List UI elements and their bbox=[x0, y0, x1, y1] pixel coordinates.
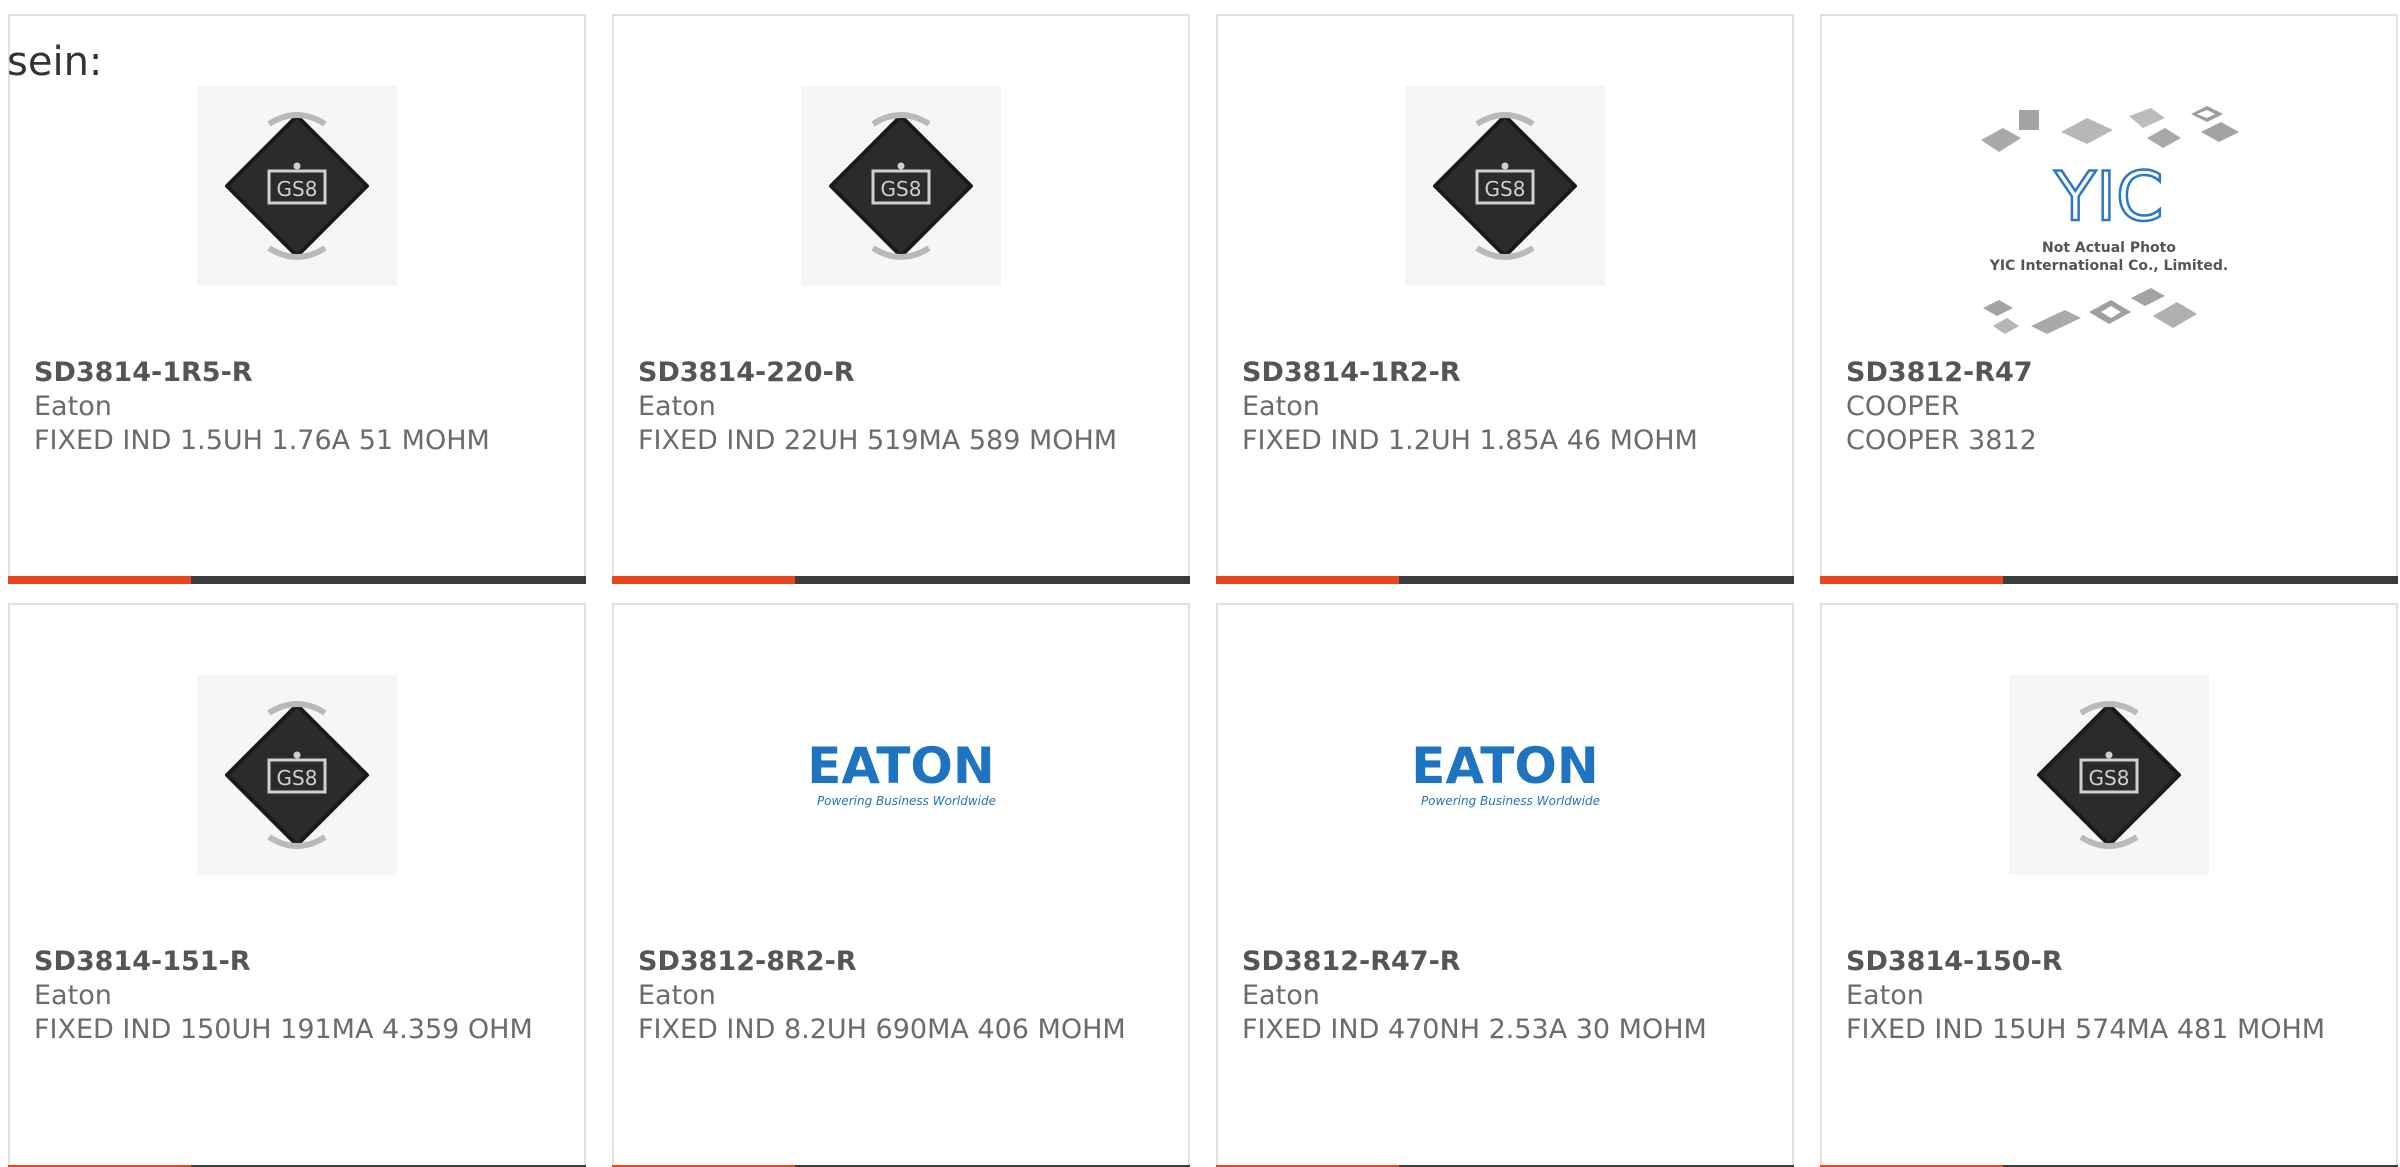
card-bottom-bar bbox=[1820, 576, 2398, 584]
product-listing-page: sein: GS8 SD3814-1R5-R Eaton FIXED IND 1… bbox=[0, 0, 2400, 1167]
part-number[interactable]: SD3812-R47-R bbox=[1242, 945, 1768, 979]
manufacturer: Eaton bbox=[34, 391, 112, 422]
eaton-logo: EATON bbox=[807, 737, 994, 795]
card-bottom-bar bbox=[612, 576, 1190, 584]
part-number[interactable]: SD3814-1R2-R bbox=[1242, 356, 1768, 390]
product-info: SD3814-1R5-R Eaton FIXED IND 1.5UH 1.76A… bbox=[34, 356, 560, 458]
product-card[interactable]: EATON Powering Business Worldwide SD3812… bbox=[1216, 603, 1794, 1167]
inductor-image: GS8 bbox=[2037, 701, 2181, 849]
product-card[interactable]: YIC Not Actual Photo YIC International C… bbox=[1820, 14, 2398, 584]
description: COOPER 3812 bbox=[1846, 425, 2037, 456]
lead-text: sein: bbox=[7, 39, 103, 85]
product-card[interactable]: GS8 SD3814-1R2-R Eaton FIXED IND 1.2UH 1… bbox=[1216, 14, 1794, 584]
product-image[interactable]: EATON Powering Business Worldwide bbox=[1400, 675, 1610, 875]
product-image[interactable]: YIC Not Actual Photo YIC International C… bbox=[1969, 102, 2249, 352]
manufacturer: Eaton bbox=[34, 980, 112, 1011]
inductor-marking: GS8 bbox=[1485, 177, 1526, 201]
description: FIXED IND 1.2UH 1.85A 46 MOHM bbox=[1242, 425, 1698, 456]
part-number[interactable]: SD3812-8R2-R bbox=[638, 945, 1164, 979]
product-info: SD3812-R47 COOPER COOPER 3812 bbox=[1846, 356, 2372, 458]
description: FIXED IND 15UH 574MA 481 MOHM bbox=[1846, 1014, 2326, 1045]
part-number[interactable]: SD3814-150-R bbox=[1846, 945, 2372, 979]
product-info: SD3812-R47-R Eaton FIXED IND 470NH 2.53A… bbox=[1242, 945, 1768, 1047]
product-info: SD3812-8R2-R Eaton FIXED IND 8.2UH 690MA… bbox=[638, 945, 1164, 1047]
eaton-logo-image: EATON Powering Business Worldwide bbox=[807, 737, 996, 808]
eaton-tagline: Powering Business Worldwide bbox=[817, 794, 996, 808]
inductor-image: GS8 bbox=[225, 701, 369, 849]
part-number[interactable]: SD3814-151-R bbox=[34, 945, 560, 979]
product-info: SD3814-1R2-R Eaton FIXED IND 1.2UH 1.85A… bbox=[1242, 356, 1768, 458]
manufacturer: Eaton bbox=[1846, 980, 1924, 1011]
eaton-tagline: Powering Business Worldwide bbox=[1421, 794, 1600, 808]
description: FIXED IND 150UH 191MA 4.359 OHM bbox=[34, 1014, 533, 1045]
eaton-logo-image: EATON Powering Business Worldwide bbox=[1411, 737, 1600, 808]
inductor-marking: GS8 bbox=[277, 766, 318, 790]
inductor-marking: GS8 bbox=[881, 177, 922, 201]
part-number[interactable]: SD3814-220-R bbox=[638, 356, 1164, 390]
manufacturer: Eaton bbox=[638, 980, 716, 1011]
manufacturer: Eaton bbox=[1242, 391, 1320, 422]
product-info: SD3814-150-R Eaton FIXED IND 15UH 574MA … bbox=[1846, 945, 2372, 1047]
card-bottom-bar bbox=[8, 576, 586, 584]
part-number[interactable]: SD3812-R47 bbox=[1846, 356, 2372, 390]
description: FIXED IND 470NH 2.53A 30 MOHM bbox=[1242, 1014, 1707, 1045]
product-image[interactable]: GS8 bbox=[801, 86, 1001, 286]
product-card[interactable]: EATON Powering Business Worldwide SD3812… bbox=[612, 603, 1190, 1167]
manufacturer: Eaton bbox=[638, 391, 716, 422]
product-image[interactable]: GS8 bbox=[2009, 675, 2209, 875]
card-bottom-bar bbox=[1216, 576, 1794, 584]
product-image[interactable]: GS8 bbox=[197, 86, 397, 286]
description: FIXED IND 1.5UH 1.76A 51 MOHM bbox=[34, 425, 490, 456]
description: FIXED IND 8.2UH 690MA 406 MOHM bbox=[638, 1014, 1126, 1045]
product-card[interactable]: GS8 SD3814-150-R Eaton FIXED IND 15UH 57… bbox=[1820, 603, 2398, 1167]
product-image[interactable]: GS8 bbox=[1405, 86, 1605, 286]
placeholder-caption: Not Actual Photo bbox=[2042, 240, 2176, 256]
product-info: SD3814-151-R Eaton FIXED IND 150UH 191MA… bbox=[34, 945, 560, 1047]
inductor-image: GS8 bbox=[1433, 112, 1577, 260]
product-info: SD3814-220-R Eaton FIXED IND 22UH 519MA … bbox=[638, 356, 1164, 458]
product-card[interactable]: GS8 SD3814-220-R Eaton FIXED IND 22UH 51… bbox=[612, 14, 1190, 584]
inductor-image: GS8 bbox=[225, 112, 369, 260]
part-number[interactable]: SD3814-1R5-R bbox=[34, 356, 560, 390]
product-grid: GS8 SD3814-1R5-R Eaton FIXED IND 1.5UH 1… bbox=[8, 14, 2400, 1167]
yic-logo: YIC bbox=[2053, 158, 2163, 237]
inductor-marking: GS8 bbox=[277, 177, 318, 201]
product-image[interactable]: GS8 bbox=[197, 675, 397, 875]
inductor-image: GS8 bbox=[829, 112, 973, 260]
inductor-marking: GS8 bbox=[2089, 766, 2130, 790]
product-card[interactable]: GS8 SD3814-1R5-R Eaton FIXED IND 1.5UH 1… bbox=[8, 14, 586, 584]
placeholder-company: YIC International Co., Limited. bbox=[1989, 258, 2228, 274]
description: FIXED IND 22UH 519MA 589 MOHM bbox=[638, 425, 1118, 456]
eaton-logo: EATON bbox=[1411, 737, 1598, 795]
placeholder-image: YIC Not Actual Photo YIC International C… bbox=[1981, 106, 2239, 334]
product-image[interactable]: EATON Powering Business Worldwide bbox=[796, 675, 1006, 875]
manufacturer: Eaton bbox=[1242, 980, 1320, 1011]
product-card[interactable]: GS8 SD3814-151-R Eaton FIXED IND 150UH 1… bbox=[8, 603, 586, 1167]
manufacturer: COOPER bbox=[1846, 391, 1960, 422]
